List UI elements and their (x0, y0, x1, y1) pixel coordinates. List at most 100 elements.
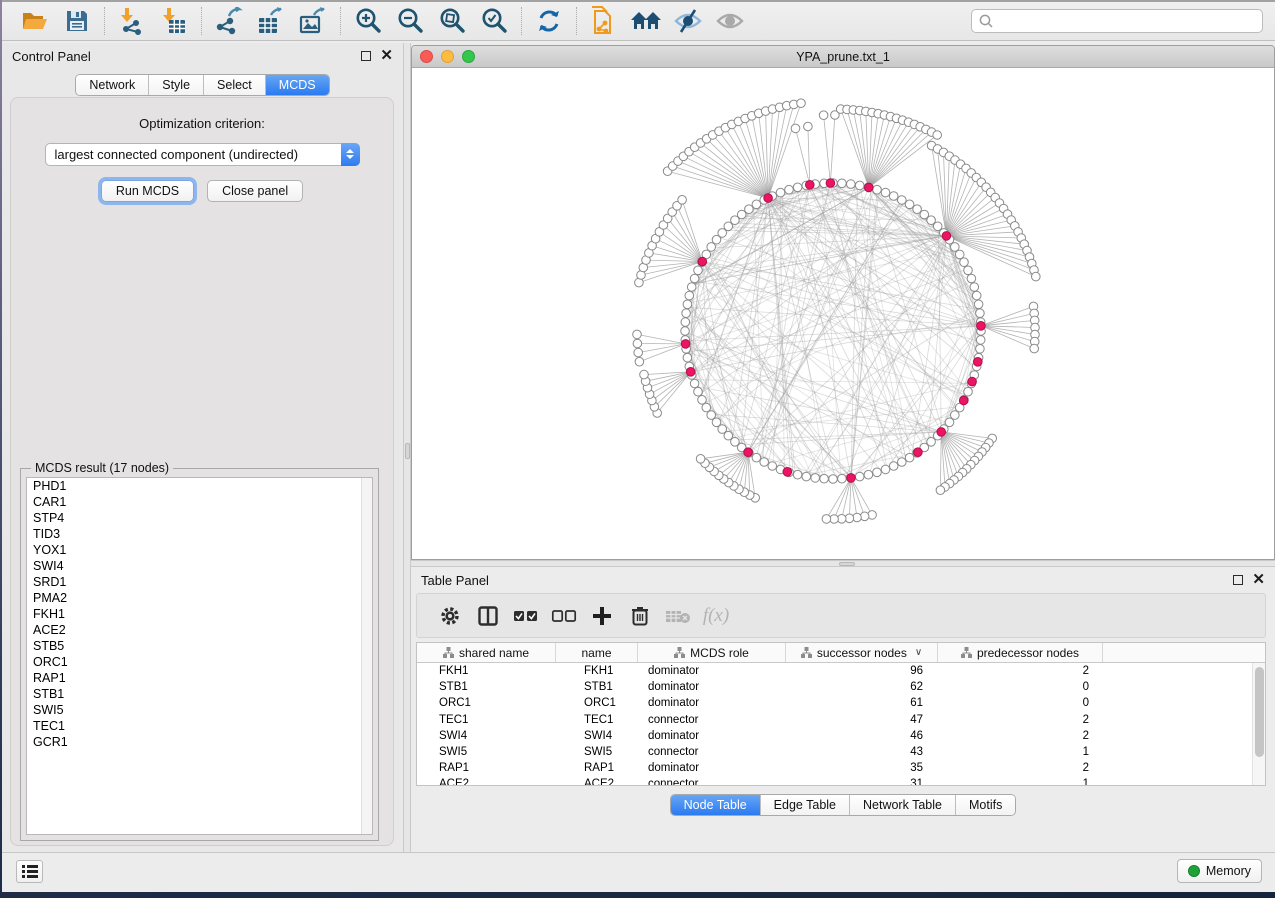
float-panel-icon[interactable] (1233, 575, 1243, 585)
open-file-icon[interactable] (14, 4, 56, 38)
column-header-name[interactable]: name (556, 643, 638, 662)
close-panel-icon[interactable]: ✕ (1252, 575, 1265, 585)
export-table-icon[interactable] (250, 4, 292, 38)
table-cell[interactable]: 0 (938, 679, 1103, 695)
table-cell[interactable]: RAP1 (417, 760, 556, 776)
tab-style[interactable]: Style (149, 75, 204, 95)
table-row[interactable]: SWI5SWI5connector431 (417, 744, 1265, 760)
mcds-result-item[interactable]: STB1 (27, 686, 372, 702)
table-scrollbar-thumb[interactable] (1255, 667, 1264, 757)
mcds-result-item[interactable]: SWI4 (27, 558, 372, 574)
network-graph[interactable] (412, 68, 1275, 560)
save-icon[interactable] (56, 4, 98, 38)
deselect-all-icon[interactable] (545, 609, 583, 623)
mcds-result-item[interactable]: SRD1 (27, 574, 372, 590)
column-header-shared-name[interactable]: shared name (417, 643, 556, 662)
zoom-selected-icon[interactable] (473, 4, 515, 38)
create-column-icon[interactable] (583, 606, 621, 626)
optimization-criterion-select[interactable]: largest connected component (undirected) (45, 143, 360, 166)
float-panel-icon[interactable] (361, 51, 371, 61)
hide-selected-icon[interactable] (667, 4, 709, 38)
tab-node-table[interactable]: Node Table (671, 795, 761, 815)
table-cell[interactable]: dominator (638, 760, 786, 776)
table-cell[interactable]: connector (638, 776, 786, 786)
table-cell[interactable]: RAP1 (556, 760, 638, 776)
zoom-in-icon[interactable] (347, 4, 389, 38)
mcds-result-list[interactable]: PHD1CAR1STP4TID3YOX1SWI4SRD1PMA2FKH1ACE2… (26, 477, 373, 835)
table-cell[interactable]: connector (638, 712, 786, 728)
mcds-result-item[interactable]: TEC1 (27, 718, 372, 734)
zoom-out-icon[interactable] (389, 4, 431, 38)
tab-network-table[interactable]: Network Table (850, 795, 956, 815)
network-window-titlebar[interactable]: YPA_prune.txt_1 (412, 46, 1274, 68)
table-cell[interactable]: FKH1 (417, 663, 556, 679)
mcds-result-item[interactable]: ORC1 (27, 654, 372, 670)
table-cell[interactable]: 62 (786, 679, 938, 695)
mcds-result-item[interactable]: STP4 (27, 510, 372, 526)
table-cell[interactable]: 1 (938, 744, 1103, 760)
export-image-icon[interactable] (292, 4, 334, 38)
table-cell[interactable]: 2 (938, 760, 1103, 776)
table-cell[interactable]: 1 (938, 776, 1103, 786)
mcds-list-scrollbar[interactable] (361, 478, 372, 834)
mcds-result-item[interactable]: STB5 (27, 638, 372, 654)
table-row[interactable]: SWI4SWI4dominator462 (417, 728, 1265, 744)
tab-network[interactable]: Network (76, 75, 149, 95)
table-row[interactable]: TEC1TEC1connector472 (417, 712, 1265, 728)
apply-layout-icon[interactable] (528, 4, 570, 38)
table-cell[interactable]: 2 (938, 728, 1103, 744)
table-cell[interactable]: FKH1 (556, 663, 638, 679)
table-cell[interactable]: ACE2 (556, 776, 638, 786)
show-columns-icon[interactable] (469, 606, 507, 626)
search-input[interactable] (994, 14, 1256, 29)
table-settings-icon[interactable] (431, 605, 469, 627)
splitter-grip[interactable] (839, 562, 855, 566)
table-cell[interactable]: ORC1 (556, 695, 638, 711)
table-cell[interactable]: SWI4 (417, 728, 556, 744)
table-cell[interactable]: dominator (638, 695, 786, 711)
table-cell[interactable]: ORC1 (417, 695, 556, 711)
table-cell[interactable]: 43 (786, 744, 938, 760)
table-row[interactable]: ACE2ACE2connector311 (417, 776, 1265, 786)
close-panel-button[interactable]: Close panel (207, 180, 303, 202)
table-cell[interactable]: 2 (938, 712, 1103, 728)
mcds-result-item[interactable]: ACE2 (27, 622, 372, 638)
table-cell[interactable]: 61 (786, 695, 938, 711)
vertical-splitter[interactable] (403, 43, 411, 852)
tab-edge-table[interactable]: Edge Table (761, 795, 850, 815)
mcds-result-item[interactable]: YOX1 (27, 542, 372, 558)
table-cell[interactable]: SWI4 (556, 728, 638, 744)
sort-descending-icon[interactable]: ∨ (915, 647, 922, 658)
table-cell[interactable]: STB1 (556, 679, 638, 695)
column-header-predecessor-nodes[interactable]: predecessor nodes (938, 643, 1103, 662)
delete-column-icon[interactable] (621, 605, 659, 627)
table-cell[interactable]: 2 (938, 663, 1103, 679)
table-row[interactable]: STB1STB1dominator620 (417, 679, 1265, 695)
tab-motifs[interactable]: Motifs (956, 795, 1015, 815)
table-cell[interactable]: 47 (786, 712, 938, 728)
table-cell[interactable]: ACE2 (417, 776, 556, 786)
table-cell[interactable]: TEC1 (417, 712, 556, 728)
table-cell[interactable]: 96 (786, 663, 938, 679)
table-cell[interactable]: 0 (938, 695, 1103, 711)
mcds-result-item[interactable]: PMA2 (27, 590, 372, 606)
table-row[interactable]: ORC1ORC1dominator610 (417, 695, 1265, 711)
horizontal-splitter[interactable] (411, 560, 1275, 567)
import-table-icon[interactable] (153, 4, 195, 38)
run-mcds-button[interactable]: Run MCDS (101, 180, 194, 202)
export-network-icon[interactable] (208, 4, 250, 38)
mcds-result-item[interactable]: FKH1 (27, 606, 372, 622)
table-cell[interactable]: dominator (638, 663, 786, 679)
table-cell[interactable]: 31 (786, 776, 938, 786)
first-neighbors-icon[interactable] (625, 4, 667, 38)
table-cell[interactable]: dominator (638, 679, 786, 695)
mcds-result-item[interactable]: PHD1 (27, 478, 372, 494)
search-box[interactable] (971, 9, 1263, 33)
network-canvas[interactable] (412, 68, 1274, 559)
table-cell[interactable]: TEC1 (556, 712, 638, 728)
close-panel-icon[interactable]: ✕ (380, 51, 393, 61)
table-row[interactable]: RAP1RAP1dominator352 (417, 760, 1265, 776)
table-cell[interactable]: 46 (786, 728, 938, 744)
mcds-result-item[interactable]: GCR1 (27, 734, 372, 750)
table-cell[interactable]: STB1 (417, 679, 556, 695)
